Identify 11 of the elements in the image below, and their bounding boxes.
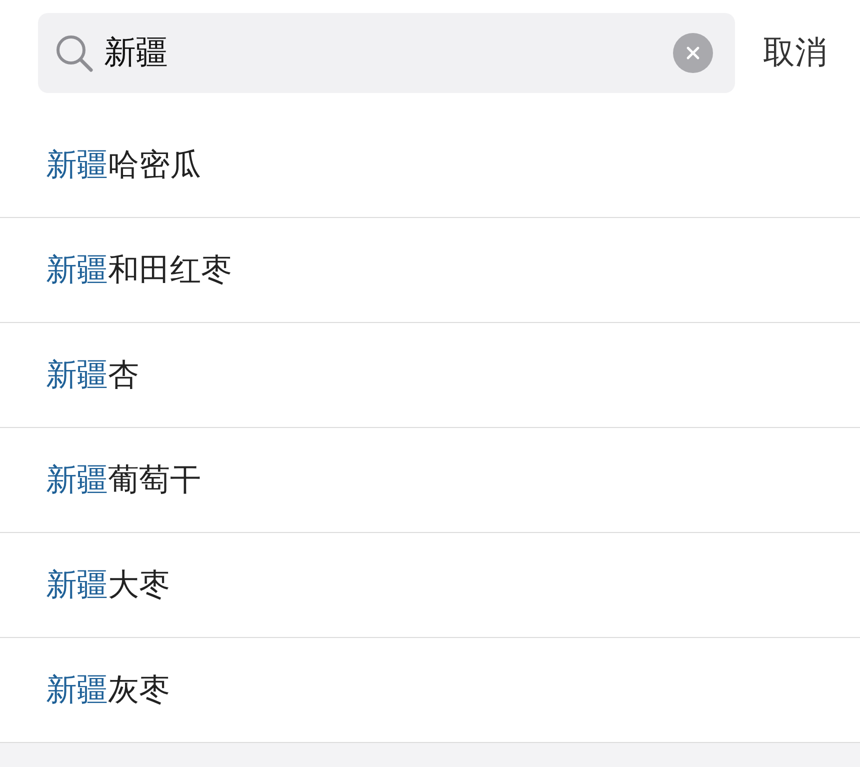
search-field[interactable]: 新疆 — [38, 13, 735, 93]
suggestion-item[interactable]: 新疆哈密瓜 — [0, 113, 860, 218]
search-icon — [54, 33, 94, 73]
suggestion-item[interactable]: 新疆和田红枣 — [0, 218, 860, 323]
suggestion-item[interactable]: 新疆葡萄干 — [0, 428, 860, 533]
search-input[interactable]: 新疆 — [104, 34, 663, 72]
suggestion-item[interactable]: 新疆大枣 — [0, 533, 860, 638]
cancel-button[interactable]: 取消 — [763, 13, 827, 93]
close-icon — [685, 45, 701, 61]
clear-button[interactable] — [673, 33, 713, 73]
suggestion-item[interactable]: 新疆杏 — [0, 323, 860, 428]
